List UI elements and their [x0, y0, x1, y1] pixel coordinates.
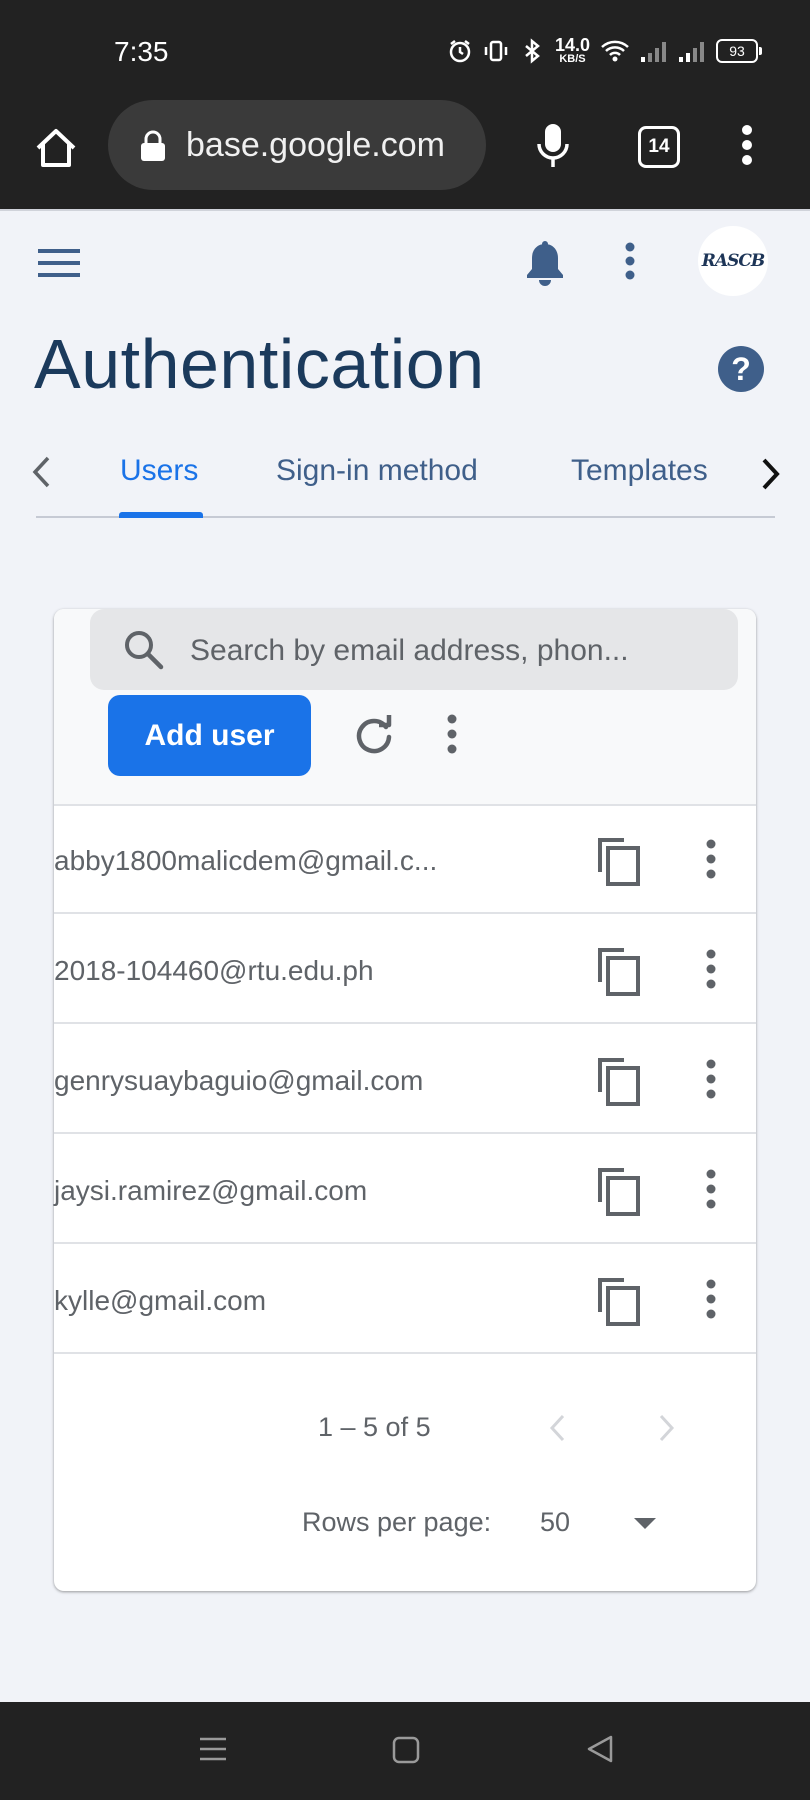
page-title: Authentication — [34, 325, 485, 403]
user-row-more-icon[interactable] — [698, 1059, 724, 1104]
recent-apps-icon[interactable] — [198, 1736, 228, 1767]
user-email: genrysuaybaguio@gmail.com — [54, 1065, 424, 1096]
user-row-more-icon[interactable] — [698, 1279, 724, 1324]
user-email: 2018-104460@rtu.edu.ph — [54, 955, 374, 986]
copy-icon[interactable] — [596, 836, 642, 891]
add-user-button[interactable]: Add user — [108, 695, 311, 776]
home-icon[interactable] — [32, 124, 80, 172]
net-speed-value: 14.0 — [554, 35, 590, 55]
copy-icon[interactable] — [596, 1056, 642, 1111]
wifi-icon — [600, 38, 630, 64]
avatar-logo: RASCB — [701, 251, 765, 271]
home-nav-icon[interactable] — [392, 1736, 420, 1769]
search-icon — [122, 628, 166, 677]
account-avatar[interactable]: RASCB — [698, 226, 768, 296]
tabs-scroll-left-icon[interactable] — [30, 454, 54, 495]
help-icon[interactable]: ? — [718, 346, 764, 392]
pagination-range: 1 – 5 of 5 — [318, 1412, 431, 1442]
copy-icon[interactable] — [596, 946, 642, 1001]
alarm-icon — [447, 38, 473, 64]
battery-level: 93 — [729, 42, 745, 59]
dropdown-arrow-icon[interactable] — [634, 1518, 656, 1529]
active-tab-indicator — [119, 512, 203, 518]
previous-page-icon[interactable] — [546, 1413, 570, 1448]
tab-users[interactable]: Users — [120, 454, 198, 488]
user-row-more-icon[interactable] — [698, 839, 724, 884]
user-email: kylle@gmail.com — [54, 1285, 267, 1316]
help-glyph: ? — [731, 350, 751, 387]
tab-templates[interactable]: Templates — [571, 454, 708, 488]
tab-count: 14 — [648, 136, 670, 157]
user-row-more-icon[interactable] — [698, 1169, 724, 1214]
net-speed: 14.0 KB/S — [555, 36, 590, 65]
lock-icon[interactable] — [140, 130, 166, 167]
status-time: 7:35 — [114, 36, 169, 67]
browser-more-icon[interactable] — [740, 124, 754, 171]
battery-icon: 93 — [716, 38, 762, 63]
status-icons: 14.0 KB/S 93 — [447, 36, 762, 65]
signal-1-icon — [640, 39, 668, 63]
vibrate-icon — [483, 38, 509, 64]
next-page-icon[interactable] — [654, 1413, 678, 1448]
copy-icon[interactable] — [596, 1166, 642, 1221]
user-row-more-icon[interactable] — [698, 949, 724, 994]
back-nav-icon[interactable] — [586, 1734, 614, 1769]
search-input[interactable] — [188, 626, 712, 676]
app-more-icon[interactable] — [624, 242, 636, 285]
url-text[interactable]: base.google.com — [186, 126, 445, 165]
menu-icon[interactable] — [38, 248, 80, 283]
notifications-bell-icon[interactable] — [524, 240, 566, 291]
tab-switcher-button[interactable]: 14 — [638, 126, 680, 168]
tab-sign-in-method[interactable]: Sign-in method — [276, 454, 478, 488]
users-more-icon[interactable] — [446, 714, 458, 759]
net-speed-unit: KB/S — [559, 53, 586, 65]
copy-icon[interactable] — [596, 1276, 642, 1331]
bluetooth-icon — [519, 37, 545, 64]
refresh-icon[interactable] — [352, 713, 396, 762]
toolbar-divider — [0, 209, 810, 211]
microphone-icon[interactable] — [535, 122, 571, 175]
rows-per-page-label: Rows per page: — [302, 1507, 492, 1537]
tabs-scroll-right-icon[interactable] — [758, 456, 782, 497]
user-email: jaysi.ramirez@gmail.com — [54, 1175, 368, 1206]
rows-per-page-select[interactable]: 50 — [540, 1507, 570, 1538]
user-email: abby1800malicdem@gmail.c... — [54, 845, 438, 876]
signal-2-icon — [678, 39, 706, 63]
